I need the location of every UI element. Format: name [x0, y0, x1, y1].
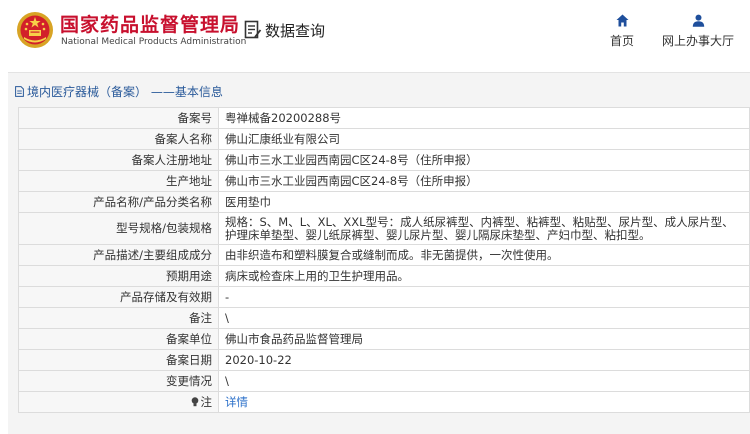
- table-row: 备案人注册地址 佛山市三水工业园西南园C区24-8号（住所申报）: [18, 149, 750, 171]
- content-panel: 境内医疗器械（备案） ——基本信息 备案号 粤禅械备20200288号 备案人名…: [8, 72, 750, 434]
- row-label: 产品名称/产品分类名称: [18, 191, 219, 213]
- row-value: 由非织造布和塑料膜复合或缝制而成。非无菌提供，一次性使用。: [218, 244, 750, 266]
- row-value: \: [218, 370, 750, 392]
- row-value: -: [218, 286, 750, 308]
- row-label: 备案人名称: [18, 128, 219, 150]
- row-label: 备案号: [18, 107, 219, 129]
- info-table-wrap: 备案号 粤禅械备20200288号 备案人名称 佛山汇康纸业有限公司 备案人注册…: [18, 107, 750, 413]
- row-value: 2020-10-22: [218, 349, 750, 371]
- info-table: 备案号 粤禅械备20200288号 备案人名称 佛山汇康纸业有限公司 备案人注册…: [18, 107, 750, 413]
- row-value: \: [218, 307, 750, 329]
- nav-online-office-label: 网上办事大厅: [661, 34, 734, 48]
- row-label: 备案日期: [18, 349, 219, 371]
- nav-home[interactable]: 首页: [603, 14, 641, 49]
- table-row: 预期用途 病床或检查床上用的卫生护理用品。: [18, 265, 750, 287]
- national-emblem-icon: [17, 12, 53, 48]
- note-label-cell: 注: [18, 391, 219, 413]
- row-label: 注: [200, 394, 213, 409]
- row-label: 预期用途: [18, 265, 219, 287]
- row-value: 佛山市三水工业园西南园C区24-8号（住所申报）: [218, 149, 750, 171]
- site-title[interactable]: 国家药品监督管理局: [60, 10, 240, 37]
- row-value: 佛山市三水工业园西南园C区24-8号（住所申报）: [218, 170, 750, 192]
- table-row: 备注 \: [18, 307, 750, 329]
- site-header: 国家药品监督管理局 National Medical Products Admi…: [0, 0, 750, 64]
- section-title: 境内医疗器械（备案） ——基本信息: [15, 83, 223, 100]
- table-row: 产品名称/产品分类名称 医用垫巾: [18, 191, 750, 213]
- section-title-text: 境内医疗器械（备案） ——基本信息: [27, 85, 223, 99]
- table-row: 备案日期 2020-10-22: [18, 349, 750, 371]
- table-row: 生产地址 佛山市三水工业园西南园C区24-8号（住所申报）: [18, 170, 750, 192]
- document-edit-icon: [244, 20, 262, 39]
- row-value: 佛山汇康纸业有限公司: [218, 128, 750, 150]
- row-value: 粤禅械备20200288号: [218, 107, 750, 129]
- nav-online-office[interactable]: 网上办事大厅: [656, 14, 740, 49]
- row-value: 佛山市食品药品监督管理局: [218, 328, 750, 350]
- document-icon: [15, 86, 24, 97]
- row-label: 备案人注册地址: [18, 149, 219, 171]
- table-row: 产品描述/主要组成成分 由非织造布和塑料膜复合或缝制而成。非无菌提供，一次性使用…: [18, 244, 750, 266]
- row-label: 型号规格/包装规格: [18, 212, 219, 245]
- table-row: 备案单位 佛山市食品药品监督管理局: [18, 328, 750, 350]
- row-label: 变更情况: [18, 370, 219, 392]
- row-value: 详情: [218, 391, 750, 413]
- user-icon: [692, 14, 704, 27]
- row-label: 产品存储及有效期: [18, 286, 219, 308]
- row-label: 备注: [18, 307, 219, 329]
- nav-home-label: 首页: [609, 34, 634, 48]
- table-row: 注 详情: [18, 391, 750, 413]
- row-label: 生产地址: [18, 170, 219, 192]
- table-row: 备案人名称 佛山汇康纸业有限公司: [18, 128, 750, 150]
- row-label: 备案单位: [18, 328, 219, 350]
- table-row: 变更情况 \: [18, 370, 750, 392]
- row-value: 规格：S、M、L、XL、XXL型号：成人纸尿裤型、内裤型、粘裤型、粘贴型、尿片型…: [218, 212, 750, 245]
- table-row: 备案号 粤禅械备20200288号: [18, 107, 750, 129]
- lightbulb-icon: [191, 396, 198, 406]
- home-icon: [616, 14, 628, 27]
- table-row: 产品存储及有效期 -: [18, 286, 750, 308]
- table-row: 型号规格/包装规格 规格：S、M、L、XL、XXL型号：成人纸尿裤型、内裤型、粘…: [18, 212, 750, 245]
- row-label: 产品描述/主要组成成分: [18, 244, 219, 266]
- data-query-label: 数据查询: [265, 21, 326, 40]
- site-title-en: National Medical Products Administration: [61, 37, 247, 47]
- data-query-link[interactable]: 数据查询: [244, 19, 325, 41]
- row-value: 病床或检查床上用的卫生护理用品。: [218, 265, 750, 287]
- row-value: 医用垫巾: [218, 191, 750, 213]
- details-link[interactable]: 详情: [225, 395, 248, 409]
